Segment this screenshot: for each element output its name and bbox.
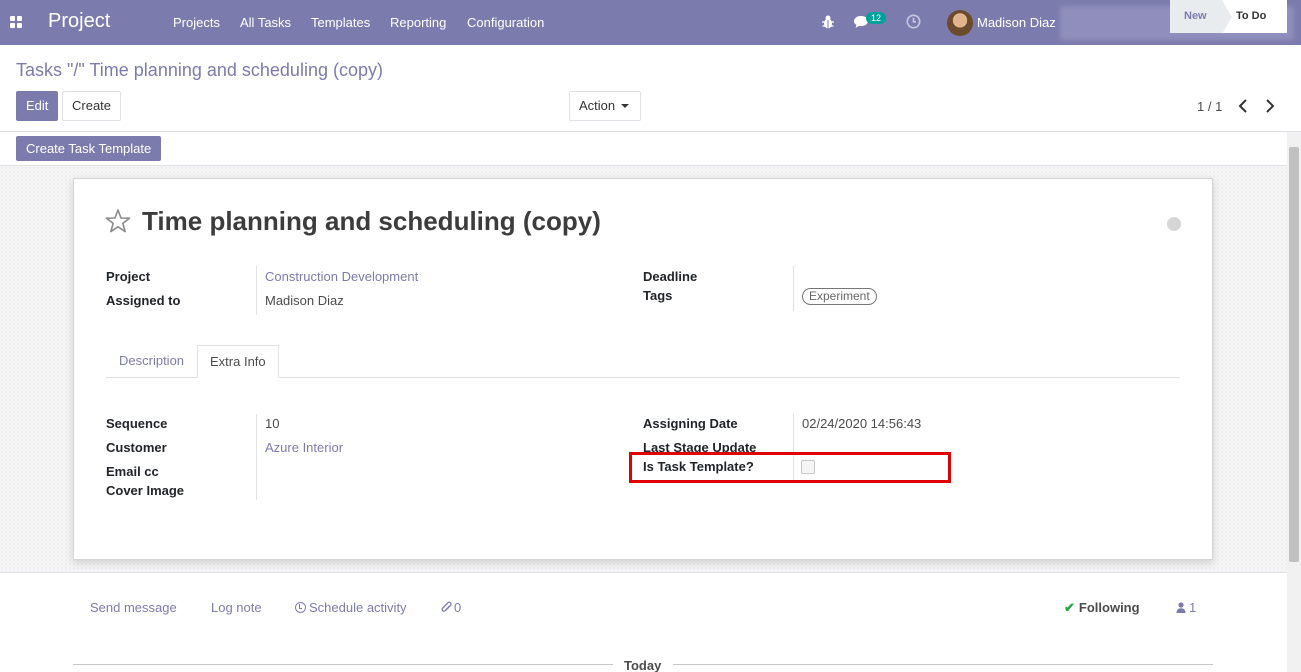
pager-value[interactable]: 1 / 1: [1197, 99, 1222, 114]
kanban-state-indicator[interactable]: [1167, 217, 1181, 231]
customer-label: Customer: [106, 440, 167, 455]
top-navbar: Project Projects All Tasks Templates Rep…: [0, 0, 1301, 45]
stage-arrow: [1222, 0, 1232, 34]
following-label: Following: [1078, 600, 1140, 615]
email-cc-label: Email cc: [106, 464, 159, 479]
edit-button[interactable]: Edit: [16, 91, 58, 121]
messages-count-badge: 12: [866, 12, 887, 24]
apps-menu-icon[interactable]: [10, 16, 23, 28]
create-button[interactable]: Create: [62, 91, 121, 121]
assigned-to-label: Assigned to: [106, 293, 181, 308]
menu-all-tasks[interactable]: All Tasks: [240, 15, 291, 30]
highlight-annotation: [629, 452, 951, 483]
tab-description[interactable]: Description: [107, 345, 196, 378]
deadline-label: Deadline: [643, 269, 698, 284]
customer-value[interactable]: Azure Interior: [265, 440, 343, 455]
pager-next-icon[interactable]: [1264, 98, 1276, 114]
caret-down-icon: [621, 104, 630, 108]
clock-icon: [295, 602, 306, 613]
user-name[interactable]: Madison Diaz: [977, 15, 1056, 30]
send-message-button[interactable]: Send message: [90, 600, 177, 615]
attachments-count: 0: [454, 600, 462, 615]
cover-image-label: Cover Image: [106, 483, 185, 498]
paperclip-icon: [441, 601, 452, 612]
menu-reporting[interactable]: Reporting: [390, 15, 446, 30]
menu-configuration[interactable]: Configuration: [467, 15, 544, 30]
attachments-button[interactable]: 0: [441, 600, 461, 615]
scrollbar-thumb[interactable]: [1289, 147, 1299, 562]
followers-button[interactable]: 1: [1176, 600, 1196, 615]
sequence-value[interactable]: 10: [265, 416, 279, 431]
star-icon[interactable]: [105, 208, 131, 234]
check-icon: ✔: [1064, 600, 1075, 615]
app-brand[interactable]: Project: [48, 10, 110, 33]
field-separator: [256, 414, 257, 500]
create-task-template-button[interactable]: Create Task Template: [16, 136, 162, 161]
tags-label: Tags: [643, 288, 673, 303]
clock-icon[interactable]: [906, 14, 921, 29]
sequence-label: Sequence: [106, 416, 168, 431]
pager-previous-icon[interactable]: [1237, 98, 1249, 114]
following-button[interactable]: ✔ Following: [1064, 600, 1140, 616]
status-bar: [0, 132, 1287, 166]
project-label: Project: [106, 269, 151, 284]
bug-icon[interactable]: [821, 14, 835, 30]
tab-extra-info[interactable]: Extra Info: [197, 345, 279, 378]
schedule-activity-button[interactable]: Schedule activity: [295, 600, 407, 615]
assigning-date-value[interactable]: 02/24/2020 14:56:43: [802, 416, 921, 431]
date-divider-line: [673, 664, 1213, 665]
stage-new[interactable]: New: [1170, 0, 1222, 33]
tag-badge[interactable]: Experiment: [802, 288, 877, 305]
assigning-date-label: Assigning Date: [643, 416, 738, 431]
followers-count: 1: [1189, 600, 1197, 615]
action-label: Action: [579, 98, 616, 113]
assigned-to-value[interactable]: Madison Diaz: [265, 293, 344, 308]
date-separator-today: Today: [624, 658, 662, 672]
task-title[interactable]: Time planning and scheduling (copy): [142, 206, 601, 237]
user-avatar[interactable]: [947, 10, 973, 36]
user-icon: [1176, 602, 1186, 613]
schedule-activity-label: Schedule activity: [309, 600, 407, 615]
field-separator: [793, 266, 794, 311]
menu-projects[interactable]: Projects: [173, 15, 220, 30]
action-dropdown-button[interactable]: Action: [569, 91, 641, 121]
date-divider-line: [73, 664, 613, 665]
log-note-button[interactable]: Log note: [211, 600, 262, 615]
field-separator: [256, 266, 257, 315]
menu-templates[interactable]: Templates: [311, 15, 370, 30]
project-value[interactable]: Construction Development: [265, 269, 418, 284]
breadcrumb[interactable]: Tasks "/" Time planning and scheduling (…: [16, 60, 383, 81]
